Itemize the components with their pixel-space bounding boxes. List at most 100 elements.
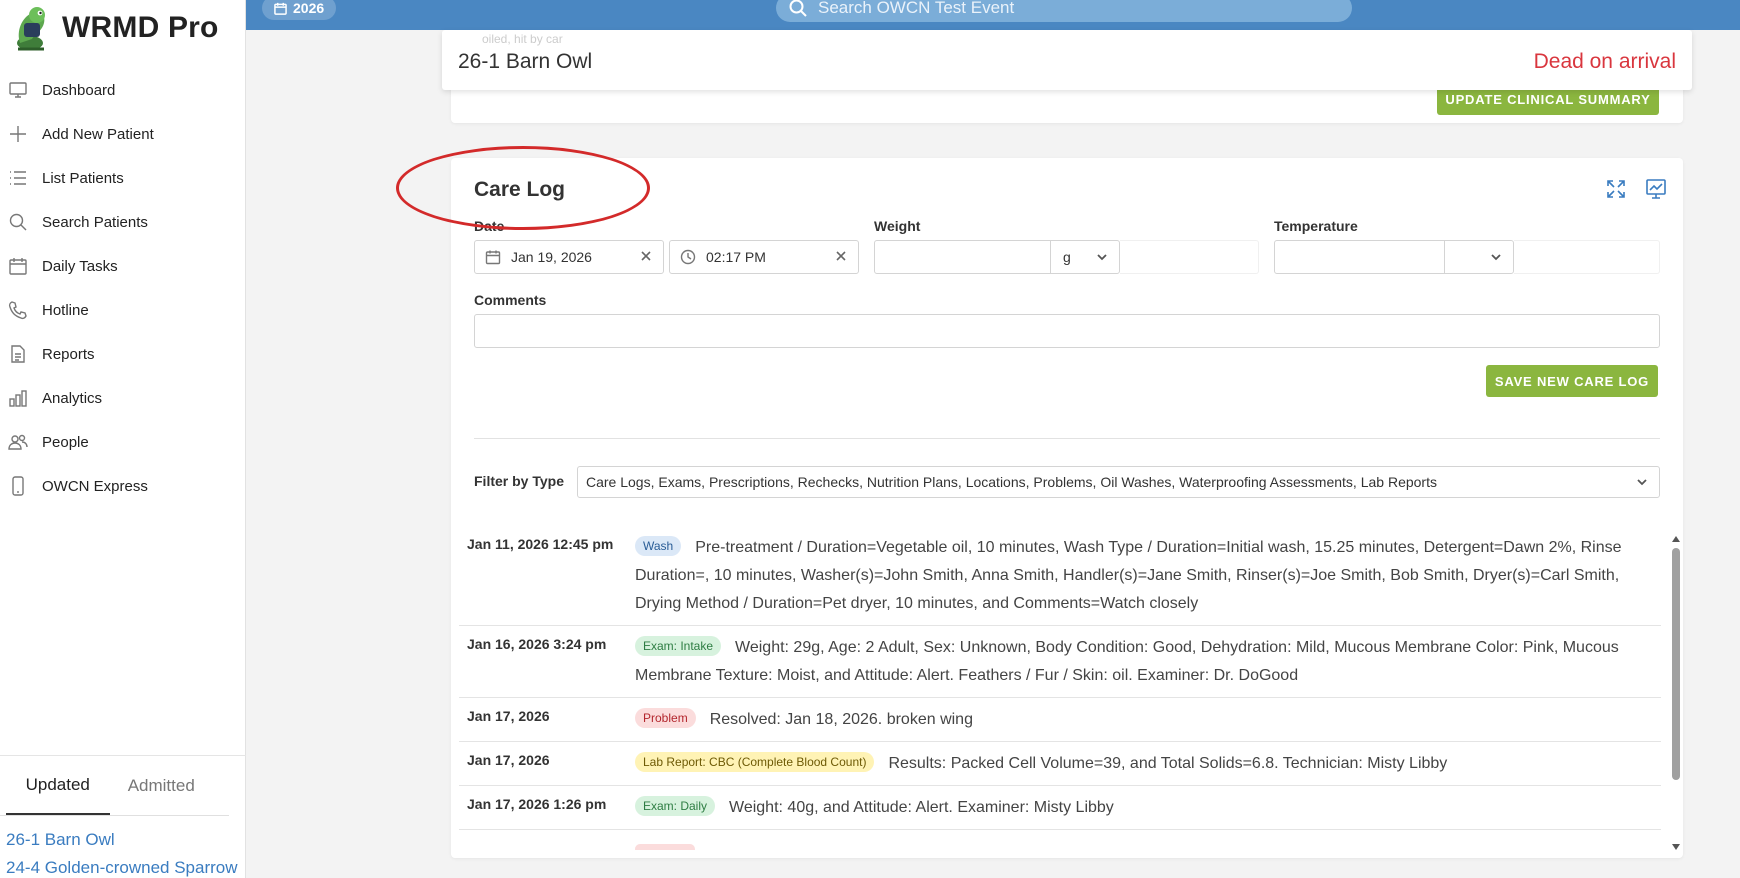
comments-field [474,314,1660,348]
sidebar-item-label: Hotline [42,301,89,319]
clear-date-icon[interactable] [639,249,653,266]
sidebar-item-owcn-express[interactable]: OWCN Express [0,464,246,508]
clear-time-icon[interactable] [834,249,848,266]
weight-unit-select[interactable]: g [1050,241,1119,273]
log-text: Weight: 40g, and Attitude: Alert. Examin… [729,799,1114,816]
patient-ghost-text: oiled, hit by car [482,32,563,46]
date-value: Jan 19, 2026 [511,249,592,265]
recent-tabs: Updated Admitted [0,756,229,816]
sidebar-item-label: Search Patients [42,213,148,231]
patient-status: Dead on arrival [1533,50,1676,73]
log-entry[interactable]: Jan 17, 2026 1:26 pm Exam: Daily Weight: … [459,786,1661,830]
people-icon [8,432,28,452]
time-field[interactable]: 02:17 PM [669,240,859,274]
year-selector[interactable]: 2026 [262,0,337,20]
chevron-down-icon [1637,479,1647,486]
log-entry[interactable]: Jan 17, 2026 Lab Report: CBC (Complete B… [459,742,1661,786]
brand[interactable]: WRMD Pro [10,2,219,54]
date-label: Date [474,218,505,234]
sidebar-item-label: Analytics [42,389,103,407]
date-field[interactable]: Jan 19, 2026 [474,240,664,274]
list-icon [8,168,28,188]
sidebar-item-label: Dashboard [42,81,116,99]
search-input[interactable] [818,0,1298,18]
sidebar-item-list-patients[interactable]: List Patients [0,156,246,200]
log-scrollbar[interactable] [1670,536,1682,850]
filter-label: Filter by Type [474,473,564,489]
log-text: Resolved: Jan 18, 2026. broken wing [709,711,973,728]
sidebar-item-people[interactable]: People [0,420,246,464]
log-entry[interactable]: Jan 16, 2026 3:24 pm Exam: Intake Weight:… [459,626,1661,698]
scroll-down-icon[interactable] [1672,844,1680,850]
scroll-up-icon[interactable] [1672,536,1680,542]
temperature-label: Temperature [1274,218,1358,234]
sidebar-item-analytics[interactable]: Analytics [0,376,246,420]
weight-chart-icon[interactable] [1645,178,1667,200]
sidebar-item-daily-tasks[interactable]: Daily Tasks [0,244,246,288]
log-type-badge [635,844,695,850]
recent-patient-link[interactable]: 26-1 Barn Owl [0,826,246,854]
weight-label: Weight [874,218,921,234]
calendar-icon [8,256,28,276]
save-care-log-button[interactable]: SAVE NEW CARE LOG [1486,365,1658,397]
expand-icon[interactable] [1605,178,1627,200]
filter-value: Care Logs, Exams, Prescriptions, Recheck… [586,474,1437,490]
weight-field: g [874,240,1120,274]
log-type-badge: Problem [635,708,696,728]
year-label: 2026 [293,0,325,16]
log-type-badge: Lab Report: CBC (Complete Blood Count) [635,752,875,772]
log-entry[interactable]: Jan 17, 2026 Problem Resolved: Jan 18, 20… [459,698,1661,742]
sidebar-item-dashboard[interactable]: Dashboard [0,68,246,112]
care-log-title: Care Log [474,178,566,201]
temperature-field [1274,240,1514,274]
comments-label: Comments [474,292,547,308]
document-icon [8,344,28,364]
patient-header: oiled, hit by car 26-1 Barn Owl Dead on … [442,30,1692,90]
log-date: Jan 17, 2026 1:26 pm [467,796,607,812]
weight-input[interactable] [875,242,1051,272]
comments-input[interactable] [475,316,1655,346]
app-name: WRMD Pro [62,11,219,44]
plus-icon [8,124,28,144]
sidebar-item-label: List Patients [42,169,124,187]
sidebar-item-label: People [42,433,89,451]
sidebar-nav: Dashboard Add New Patient List Patients … [0,68,246,508]
sidebar-item-label: Daily Tasks [42,257,118,275]
weight-field-extension [1120,240,1259,274]
care-log-card: Care Log Date Jan 19, 2026 02:17 PM Weig… [451,158,1683,858]
log-date: Jan 17, 2026 [467,752,550,768]
sidebar-item-label: OWCN Express [42,477,148,495]
log-type-badge: Wash [635,536,682,556]
sidebar: WRMD Pro Dashboard Add New Patient List … [0,0,246,878]
global-search[interactable] [776,0,1352,22]
chevron-down-icon [1491,254,1501,261]
log-text: Weight: 29g, Age: 2 Adult, Sex: Unknown,… [635,639,1619,684]
calendar-icon [485,250,501,265]
search-icon [8,212,28,232]
tab-updated[interactable]: Updated [6,756,110,815]
recent-patients-panel: Updated Admitted 26-1 Barn Owl 24-4 Gold… [0,755,246,878]
bar-chart-icon [8,388,28,408]
scrollbar-thumb[interactable] [1672,548,1680,780]
recent-patient-link[interactable]: 24-4 Golden-crowned Sparrow [0,854,246,878]
sidebar-item-search-patients[interactable]: Search Patients [0,200,246,244]
log-entry[interactable]: Jan 11, 2026 12:45 pm Wash Pre-treatment … [459,526,1661,626]
care-log-list: Jan 11, 2026 12:45 pm Wash Pre-treatment … [459,526,1661,850]
sidebar-item-reports[interactable]: Reports [0,332,246,376]
sidebar-item-label: Reports [42,345,95,363]
monitor-icon [8,80,28,100]
mobile-icon [8,476,28,496]
sidebar-item-add-new-patient[interactable]: Add New Patient [0,112,246,156]
log-type-badge: Exam: Daily [635,796,716,816]
temperature-unit-select[interactable] [1444,241,1513,273]
temperature-input[interactable] [1275,242,1445,272]
patient-name: 26-1 Barn Owl [458,50,593,73]
sidebar-item-hotline[interactable]: Hotline [0,288,246,332]
time-value: 02:17 PM [706,249,766,265]
tab-admitted[interactable]: Admitted [110,756,214,815]
recent-patient-list: 26-1 Barn Owl 24-4 Golden-crowned Sparro… [0,816,246,878]
filter-type-select[interactable]: Care Logs, Exams, Prescriptions, Recheck… [577,466,1660,498]
sidebar-item-label: Add New Patient [42,125,154,143]
log-type-badge: Exam: Intake [635,636,722,656]
log-entry[interactable] [459,830,1661,850]
